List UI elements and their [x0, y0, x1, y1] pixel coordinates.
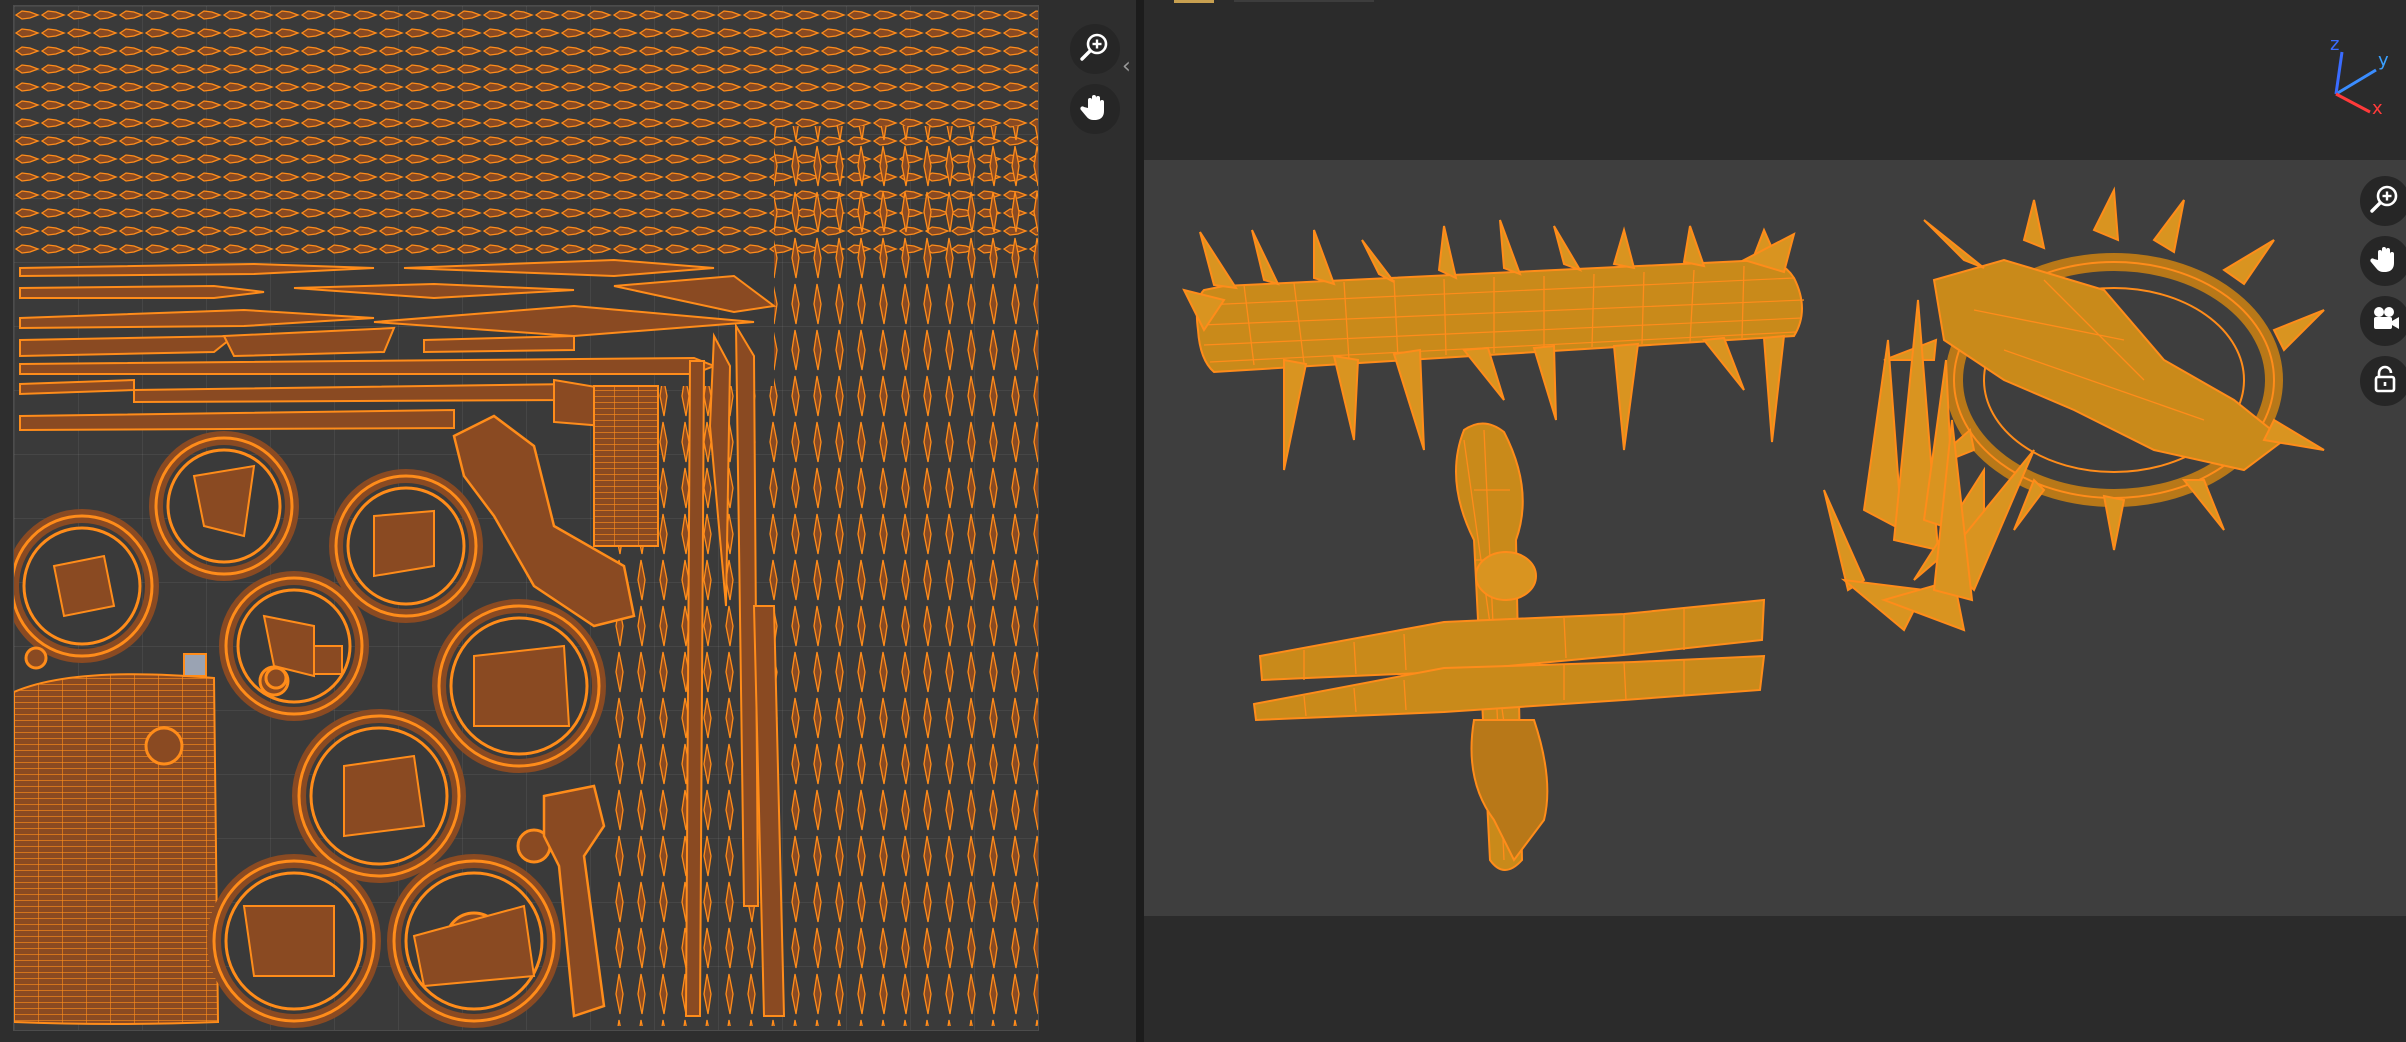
uv-islands: [14, 6, 1038, 1028]
hand-icon: [2369, 243, 2401, 279]
panel-splitter[interactable]: [1136, 0, 1144, 1042]
uv-zoom-button[interactable]: [1070, 24, 1120, 74]
uv-layout-canvas[interactable]: [13, 5, 1039, 1031]
uv-wood-panel: [14, 673, 220, 1025]
viewport-zoom-button[interactable]: [2360, 176, 2406, 226]
camera-icon: [2369, 303, 2401, 339]
uv-pan-button[interactable]: [1070, 84, 1120, 134]
render-region: [1144, 160, 2406, 916]
zoom-in-icon: [2368, 182, 2402, 220]
unlock-icon: [2370, 364, 2400, 398]
hand-icon: [1079, 91, 1111, 127]
y-axis-label: y: [2378, 50, 2389, 71]
uv-plank-island: [593, 385, 659, 547]
chevron-left-icon[interactable]: ‹: [1122, 54, 1131, 79]
scene-meshes: [1182, 186, 2325, 871]
uv-editor-panel: [0, 0, 1136, 1042]
x-axis-label: x: [2372, 98, 2383, 119]
axis-gizmo[interactable]: y z x: [2306, 34, 2396, 126]
y-axis-line: [2335, 68, 2377, 96]
viewport-tab-indicator: [1234, 0, 1374, 2]
crossed-stakes-mesh: [1252, 422, 1766, 871]
viewport-lock-button[interactable]: [2360, 356, 2406, 406]
3d-viewport[interactable]: y z x: [1144, 0, 2406, 1042]
x-axis-line: [2335, 92, 2371, 114]
viewport-header-indicator: [1174, 0, 1214, 3]
uv-shard-islands: [774, 126, 1038, 1026]
viewport-camera-button[interactable]: [2360, 296, 2406, 346]
z-axis-label: z: [2330, 36, 2339, 55]
z-axis-line: [2334, 51, 2344, 95]
zoom-in-icon: [1078, 30, 1112, 68]
viewport-pan-button[interactable]: [2360, 236, 2406, 286]
